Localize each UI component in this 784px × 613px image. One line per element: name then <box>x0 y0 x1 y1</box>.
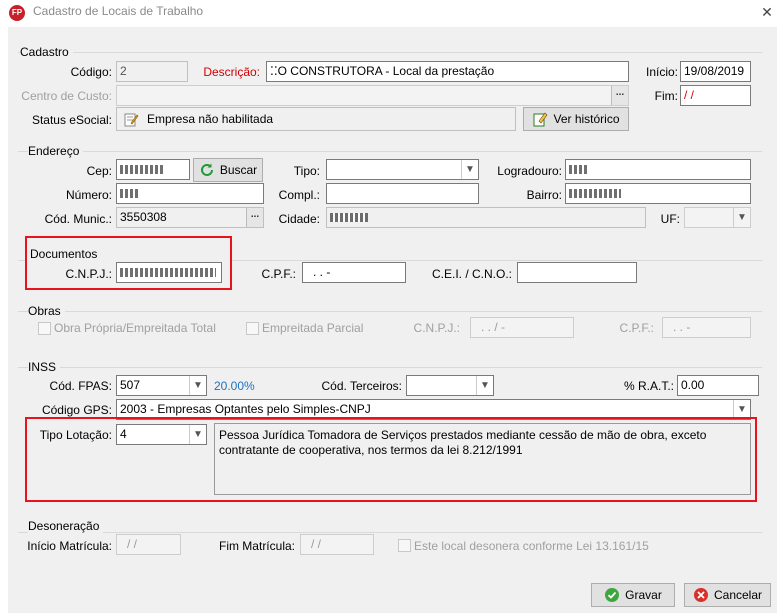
cancelar-button[interactable]: Cancelar <box>684 583 771 607</box>
codigo-field: 2 <box>116 61 188 82</box>
fim-matricula-field[interactable]: / / <box>300 534 374 555</box>
fpas-select[interactable]: 507 ▼ <box>116 375 207 396</box>
status-esocial-label: Status eSocial: <box>31 113 112 127</box>
fpas-percent: 20.00% <box>214 379 255 393</box>
cadastro-group-border <box>18 52 762 53</box>
centro-custo-field[interactable]: ... <box>116 85 629 106</box>
obras-group-title: Obras <box>28 304 65 318</box>
app-logo-icon: FP <box>9 5 25 21</box>
tipo-lotacao-select[interactable]: 4 ▼ <box>116 424 207 445</box>
descricao-label: Descrição: <box>203 65 260 79</box>
chevron-down-icon: ▼ <box>733 208 750 227</box>
status-esocial-text: Empresa não habilitada <box>147 112 274 126</box>
obras-cnpj-field[interactable]: . . / - <box>470 317 574 338</box>
cep-input[interactable] <box>116 159 190 180</box>
chevron-down-icon: ▼ <box>189 376 206 395</box>
obras-cnpj-label: C.N.P.J.: <box>413 321 460 335</box>
close-icon[interactable]: ✕ <box>756 1 778 23</box>
cei-cno-input[interactable] <box>517 262 637 283</box>
fpas-label: Cód. FPAS: <box>49 379 112 393</box>
ver-historico-button[interactable]: Ver histórico <box>523 107 629 131</box>
endereco-group-border <box>18 151 762 152</box>
descricao-input[interactable]: ⁚⁚O CONSTRUTORA - Local da prestação <box>266 61 629 82</box>
desonera-label: Este local desonera conforme Lei 13.161/… <box>414 539 649 553</box>
compl-input[interactable] <box>326 183 479 204</box>
inss-group-title: INSS <box>28 360 61 374</box>
logradouro-label: Logradouro: <box>497 164 562 178</box>
document-edit-icon <box>124 113 139 127</box>
centro-custo-lookup-button[interactable]: ... <box>611 86 628 105</box>
gps-label: Código GPS: <box>41 403 112 417</box>
terceiros-label: Cód. Terceiros: <box>321 379 402 393</box>
codigo-label: Código: <box>70 65 112 79</box>
inicio-date-input[interactable]: 19/08/2019 <box>680 61 751 82</box>
endereco-group-title: Endereço <box>28 144 84 158</box>
bairro-input[interactable] <box>565 183 751 204</box>
inicio-matricula-label: Início Matrícula: <box>27 539 112 553</box>
cadastro-group-title: Cadastro <box>20 45 73 59</box>
window-title: Cadastro de Locais de Trabalho <box>33 4 204 18</box>
numero-label: Número: <box>65 188 112 202</box>
refresh-icon <box>200 163 213 176</box>
fim-label: Fim: <box>654 89 678 103</box>
centro-custo-label: Centro de Custo: <box>21 89 112 103</box>
bairro-label: Bairro: <box>526 188 562 202</box>
obras-cpf-field[interactable]: . . - <box>662 317 751 338</box>
cnpj-label: C.N.P.J.: <box>65 267 112 281</box>
cei-cno-label: C.E.I. / C.N.O.: <box>431 267 512 281</box>
documentos-group-title: Documentos <box>30 247 102 261</box>
logradouro-input[interactable] <box>565 159 751 180</box>
cpf-label: C.P.F.: <box>261 267 296 281</box>
tipo-lotacao-label: Tipo Lotação: <box>39 428 112 442</box>
cod-munic-field[interactable]: 3550308... <box>116 207 264 228</box>
buscar-button[interactable]: Buscar <box>193 158 263 182</box>
tipo-label: Tipo: <box>293 164 320 178</box>
cidade-label: Cidade: <box>278 212 320 226</box>
empreitada-parcial-label: Empreitada Parcial <box>262 321 364 335</box>
compl-label: Compl.: <box>278 188 320 202</box>
tipo-lotacao-description: Pessoa Jurídica Tomadora de Serviços pre… <box>214 423 751 495</box>
terceiros-select[interactable]: ▼ <box>406 375 494 396</box>
status-esocial-field: Empresa não habilitada <box>116 107 516 131</box>
cidade-field <box>326 207 646 228</box>
desonera-checkbox[interactable] <box>398 539 411 552</box>
chevron-down-icon: ▼ <box>476 376 493 395</box>
uf-select[interactable]: ▼ <box>684 207 751 228</box>
empreitada-parcial-checkbox[interactable] <box>246 322 259 335</box>
cancel-icon <box>693 588 708 602</box>
obras-group-border <box>18 311 762 312</box>
gravar-button[interactable]: Gravar <box>591 583 675 607</box>
cod-munic-lookup-button[interactable]: ... <box>246 208 263 227</box>
check-icon <box>605 588 620 602</box>
fim-matricula-label: Fim Matrícula: <box>218 539 295 553</box>
chevron-down-icon: ▼ <box>461 160 478 179</box>
rat-label: % R.A.T.: <box>623 379 674 393</box>
obra-propria-checkbox[interactable] <box>38 322 51 335</box>
desoneracao-group-title: Desoneração <box>28 519 104 533</box>
fim-date-input[interactable]: / / <box>680 85 751 106</box>
uf-label: UF: <box>660 212 680 226</box>
inicio-matricula-field[interactable]: / / <box>116 534 181 555</box>
numero-input[interactable] <box>116 183 264 204</box>
inss-group-border <box>18 367 762 368</box>
edit-page-icon <box>533 112 548 127</box>
cpf-input[interactable]: . . - <box>302 262 406 283</box>
inicio-label: Início: <box>645 65 678 79</box>
cod-munic-label: Cód. Munic.: <box>44 212 112 226</box>
obra-propria-label: Obra Própria/Empreitada Total <box>54 321 216 335</box>
cnpj-input[interactable] <box>116 262 222 283</box>
chevron-down-icon: ▼ <box>189 425 206 444</box>
desoneracao-group-border <box>18 532 762 533</box>
obras-cpf-label: C.P.F.: <box>619 321 654 335</box>
cep-label: Cep: <box>86 164 112 178</box>
tipo-select[interactable]: ▼ <box>326 159 479 180</box>
rat-input[interactable]: 0.00 <box>677 375 759 396</box>
